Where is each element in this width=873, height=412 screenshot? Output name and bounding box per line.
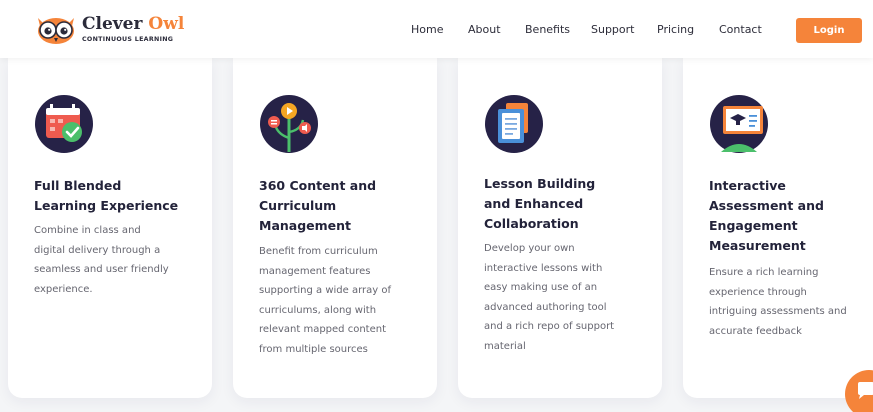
brand-name-main: Clever bbox=[82, 14, 143, 34]
feature-title-line: and Enhanced bbox=[484, 196, 584, 211]
feature-card-blended-learning: Full Blended Learning Experience Combine… bbox=[8, 58, 212, 398]
chat-bubble-icon bbox=[858, 382, 873, 399]
calendar-check-icon bbox=[35, 95, 93, 153]
nav-about[interactable]: About bbox=[468, 23, 501, 36]
nav-home[interactable]: Home bbox=[411, 23, 443, 36]
top-navbar: Clever Owl CONTINUOUS LEARNING Home Abou… bbox=[0, 0, 873, 58]
feature-desc-line: material bbox=[484, 340, 526, 352]
feature-card-content-curriculum: 360 Content and Curriculum Management Be… bbox=[233, 58, 437, 398]
feature-desc-line: intriguing assessments and bbox=[709, 306, 847, 317]
feature-title-line: Learning Experience bbox=[34, 198, 179, 213]
nav-contact[interactable]: Contact bbox=[719, 23, 762, 36]
feature-card-assessment: Interactive Assessment and Engagement Me… bbox=[683, 58, 873, 398]
feature-title-line: Engagement bbox=[709, 218, 798, 233]
feature-title: 360 Content and Curriculum Management bbox=[259, 176, 376, 236]
feature-description: Combine in class and digital delivery th… bbox=[34, 221, 169, 299]
nav-support[interactable]: Support bbox=[591, 23, 634, 36]
feature-desc-line: Ensure a rich learning bbox=[709, 267, 819, 278]
feature-title-line: Curriculum bbox=[259, 198, 337, 213]
feature-desc-line: accurate feedback bbox=[709, 325, 802, 337]
feature-title-line: Lesson Building bbox=[484, 176, 596, 191]
login-button[interactable]: Login bbox=[796, 18, 862, 43]
feature-description: Ensure a rich learning experience throug… bbox=[709, 263, 847, 341]
feature-desc-line: Combine in class and bbox=[34, 225, 141, 236]
feature-desc-line: Develop your own bbox=[484, 243, 575, 254]
feature-desc-line: advanced authoring tool bbox=[484, 301, 607, 313]
nav-benefits[interactable]: Benefits bbox=[525, 23, 570, 36]
brand-tagline: CONTINUOUS LEARNING bbox=[82, 36, 174, 43]
brand-name: Clever Owl bbox=[82, 14, 184, 34]
presentation-board-icon bbox=[710, 95, 768, 153]
feature-desc-line: easy making use of an bbox=[484, 282, 598, 293]
feature-desc-line: digital delivery through a bbox=[34, 244, 161, 256]
feature-desc-line: management features bbox=[259, 265, 371, 277]
feature-desc-line: Benefit from curriculum bbox=[259, 246, 378, 257]
feature-title-line: Collaboration bbox=[484, 216, 579, 231]
feature-desc-line: experience through bbox=[709, 286, 807, 298]
owl-logo-icon bbox=[38, 18, 74, 44]
documents-icon bbox=[485, 95, 543, 153]
feature-title-line: Measurement bbox=[709, 238, 806, 253]
feature-description: Benefit from curriculum management featu… bbox=[259, 242, 391, 359]
feature-desc-line: relevant mapped content bbox=[259, 324, 386, 335]
feature-desc-line: experience. bbox=[34, 283, 93, 295]
feature-title-line: 360 Content and bbox=[259, 178, 377, 193]
feature-desc-line: supporting a wide array of bbox=[259, 285, 392, 296]
feature-desc-line: and a rich repo of support bbox=[484, 321, 615, 332]
feature-title-line: Full Blended bbox=[34, 178, 122, 193]
feature-title: Interactive Assessment and Engagement Me… bbox=[709, 176, 824, 256]
feature-title-line: Assessment and bbox=[709, 198, 824, 213]
feature-title-line: Interactive bbox=[709, 178, 786, 193]
feature-description: Develop your own interactive lessons wit… bbox=[484, 239, 614, 356]
feature-desc-line: curriculums, along with bbox=[259, 304, 377, 316]
feature-desc-line: from multiple sources bbox=[259, 343, 368, 355]
logo[interactable]: Clever Owl CONTINUOUS LEARNING bbox=[34, 14, 184, 48]
content-plant-icon bbox=[260, 95, 318, 153]
brand-name-accent: Owl bbox=[148, 14, 185, 34]
feature-title: Lesson Building and Enhanced Collaborati… bbox=[484, 174, 595, 234]
nav-pricing[interactable]: Pricing bbox=[657, 23, 694, 36]
feature-desc-line: interactive lessons with bbox=[484, 262, 603, 274]
feature-card-lesson-building: Lesson Building and Enhanced Collaborati… bbox=[458, 58, 662, 398]
feature-title: Full Blended Learning Experience bbox=[34, 176, 178, 216]
feature-desc-line: seamless and user friendly bbox=[34, 264, 169, 275]
feature-title-line: Management bbox=[259, 218, 352, 233]
